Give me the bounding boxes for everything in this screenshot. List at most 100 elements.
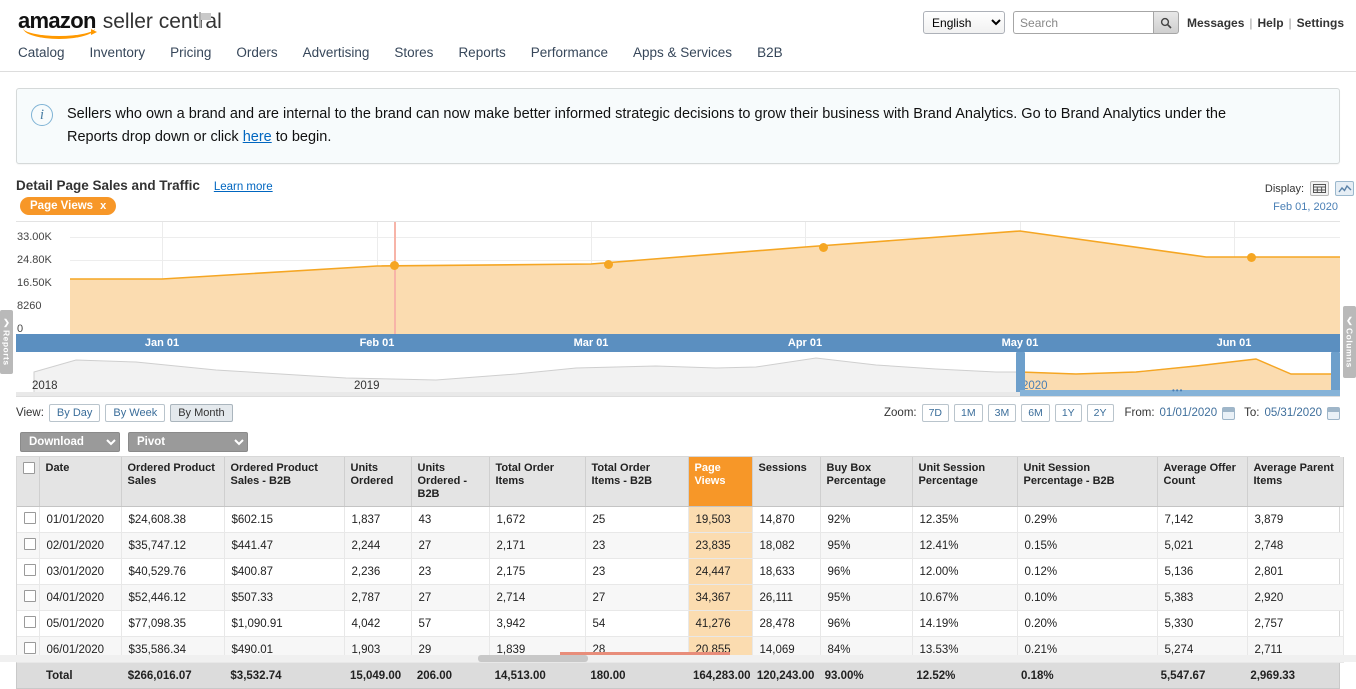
amazon-seller-central-logo[interactable]: amazon seller central <box>18 8 222 39</box>
table-cell: 27 <box>411 584 490 611</box>
table-cell: $52,446.12 <box>121 584 225 611</box>
table-cell: $400.87 <box>224 558 345 585</box>
download-dropdown[interactable]: Download <box>20 432 120 452</box>
calendar-icon-from[interactable] <box>1222 406 1236 420</box>
scrollbar-thumb[interactable] <box>478 655 588 662</box>
total-value: 2,969.33 <box>1250 669 1296 682</box>
metric-chip-page-views[interactable]: Page Views x <box>20 197 117 215</box>
table-cell: 28,478 <box>752 610 821 637</box>
to-date-value[interactable]: 05/31/2020 <box>1264 407 1322 419</box>
row-checkbox[interactable] <box>24 616 36 628</box>
row-checkbox[interactable] <box>24 564 36 576</box>
table-cell: 96% <box>820 610 913 637</box>
view-by-month-button[interactable]: By Month <box>170 404 233 422</box>
search-button[interactable] <box>1153 11 1180 34</box>
table-cell: $77,098.35 <box>121 610 225 637</box>
chart-range-selector[interactable]: 2018 2019 2020 ••• <box>16 352 1340 397</box>
top-header: amazon seller central English Messages |… <box>0 0 1356 45</box>
search-icon <box>1160 17 1172 29</box>
nav-item-performance[interactable]: Performance <box>531 45 608 61</box>
row-checkbox[interactable] <box>24 512 36 524</box>
nav-item-orders[interactable]: Orders <box>236 45 277 61</box>
view-by-week-button[interactable]: By Week <box>105 404 166 422</box>
nav-item-pricing[interactable]: Pricing <box>170 45 211 61</box>
table-cell: 23 <box>585 558 689 585</box>
row-checkbox[interactable] <box>24 590 36 602</box>
nav-item-apps-services[interactable]: Apps & Services <box>633 45 732 61</box>
th-ordered-product-sales-b2b[interactable]: Ordered Product Sales - B2B <box>224 457 345 507</box>
table-cell: 0.15% <box>1017 532 1158 559</box>
amazon-smile-icon <box>23 28 97 39</box>
learn-more-link[interactable]: Learn more <box>214 181 273 193</box>
table-cell: 24,447 <box>688 558 753 585</box>
nav-item-b2b[interactable]: B2B <box>757 45 783 61</box>
th-buy-box-percentage[interactable]: Buy Box Percentage <box>820 457 913 507</box>
flag-icon[interactable] <box>198 11 213 32</box>
range-grip-icon[interactable]: ••• <box>1172 386 1183 395</box>
table-action-row: Download Pivot <box>20 432 1340 452</box>
nav-item-inventory[interactable]: Inventory <box>90 45 146 61</box>
zoom-3m-button[interactable]: 3M <box>987 404 1017 422</box>
data-point-marker[interactable] <box>819 243 828 252</box>
search-input[interactable] <box>1013 11 1154 34</box>
zoom-1y-button[interactable]: 1Y <box>1054 404 1082 422</box>
table-cell: 95% <box>820 532 913 559</box>
table-cell: 41,276 <box>688 610 753 637</box>
table-row: 04/01/2020 $52,446.12 $507.33 2,787 27 2,714 2… <box>17 584 1344 611</box>
zoom-2y-button[interactable]: 2Y <box>1086 404 1114 422</box>
th-average-parent-items[interactable]: Average Parent Items <box>1247 457 1344 507</box>
row-checkbox[interactable] <box>24 538 36 550</box>
th-page-views[interactable]: Page Views <box>688 457 753 507</box>
total-value: 180.00 <box>590 669 626 682</box>
chart-area-series <box>70 230 1340 334</box>
table-cell: $1,090.91 <box>224 610 345 637</box>
reports-side-tab[interactable]: ❯ Reports <box>0 310 13 374</box>
brand-analytics-here-link[interactable]: here <box>243 129 272 145</box>
columns-side-tab[interactable]: ❮ Columns <box>1343 306 1356 378</box>
table-cell: 18,082 <box>752 532 821 559</box>
nav-item-reports[interactable]: Reports <box>458 45 505 61</box>
pivot-dropdown[interactable]: Pivot <box>128 432 248 452</box>
th-average-offer-count[interactable]: Average Offer Count <box>1157 457 1248 507</box>
table-cell: $602.15 <box>224 506 345 533</box>
th-sessions[interactable]: Sessions <box>752 457 821 507</box>
messages-link[interactable]: Messages <box>1187 16 1244 30</box>
table-view-icon[interactable] <box>1310 181 1329 196</box>
th-ordered-product-sales[interactable]: Ordered Product Sales <box>121 457 225 507</box>
main-navigation: Catalog Inventory Pricing Orders Adverti… <box>0 45 1356 72</box>
th-units-ordered-b2b[interactable]: Units Ordered - B2B <box>411 457 490 507</box>
th-unit-session-percentage-b2b[interactable]: Unit Session Percentage - B2B <box>1017 457 1158 507</box>
table-cell: 27 <box>411 532 490 559</box>
horizontal-scrollbar[interactable] <box>0 655 1356 662</box>
zoom-1m-button[interactable]: 1M <box>954 404 983 422</box>
th-unit-session-percentage[interactable]: Unit Session Percentage <box>912 457 1018 507</box>
row-checkbox[interactable] <box>24 642 36 654</box>
zoom-7d-button[interactable]: 7D <box>921 404 950 422</box>
help-link[interactable]: Help <box>1258 16 1284 30</box>
data-point-marker[interactable] <box>1247 253 1256 262</box>
from-date-value[interactable]: 01/01/2020 <box>1160 407 1218 419</box>
close-icon[interactable]: x <box>100 200 106 212</box>
th-units-ordered[interactable]: Units Ordered <box>344 457 412 507</box>
table-cell: 26,111 <box>752 584 821 611</box>
view-by-day-button[interactable]: By Day <box>48 404 101 422</box>
settings-link[interactable]: Settings <box>1297 16 1344 30</box>
th-total-order-items-b2b[interactable]: Total Order Items - B2B <box>585 457 689 507</box>
page-title: Detail Page Sales and Traffic <box>16 178 200 193</box>
chart-view-icon[interactable] <box>1335 181 1354 196</box>
nav-item-advertising[interactable]: Advertising <box>303 45 370 61</box>
table-cell: 95% <box>820 584 913 611</box>
x-axis-tick-label: Mar 01 <box>573 337 609 349</box>
th-total-order-items[interactable]: Total Order Items <box>489 457 586 507</box>
zoom-6m-button[interactable]: 6M <box>1021 404 1050 422</box>
th-date[interactable]: Date <box>39 457 122 507</box>
data-point-marker[interactable] <box>390 261 399 270</box>
nav-item-catalog[interactable]: Catalog <box>18 45 65 61</box>
calendar-icon-to[interactable] <box>1327 406 1340 420</box>
select-all-checkbox[interactable] <box>23 462 35 474</box>
chart-plot-area[interactable]: 33.00K 24.80K 16.50K 8260 0 <box>16 221 1340 334</box>
nav-item-stores[interactable]: Stores <box>394 45 433 61</box>
language-select[interactable]: English <box>923 11 1006 34</box>
range-year-label: 2019 <box>354 380 380 392</box>
data-point-marker[interactable] <box>604 260 613 269</box>
